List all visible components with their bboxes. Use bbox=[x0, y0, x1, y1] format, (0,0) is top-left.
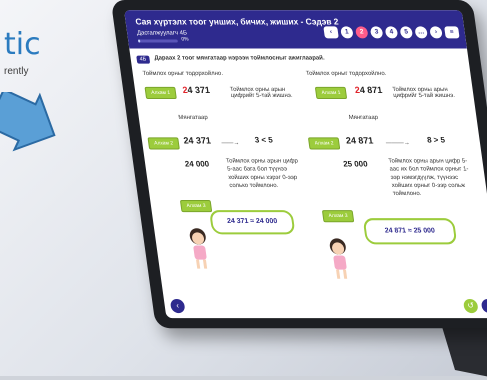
left-step2-note: Тоймлох орны арын цифр 5-аас бага бол тү… bbox=[225, 158, 299, 189]
progress-percent: 0% bbox=[181, 36, 190, 43]
girl-character-icon bbox=[329, 238, 348, 279]
tablet-device: Сая хүртэлх тоог унших, бичих, жиших - С… bbox=[100, 0, 487, 368]
brand-logo-text: tic bbox=[4, 27, 41, 62]
brand-tagline: rently bbox=[4, 66, 29, 77]
left-step1-badge: Алхам 1 bbox=[144, 86, 177, 100]
progress-bar bbox=[137, 39, 178, 43]
right-step3-badge: Алхам 3 bbox=[321, 210, 355, 223]
left-step3-badge: Алхам 3 bbox=[179, 200, 213, 213]
nav-item-2[interactable]: 2 bbox=[354, 26, 369, 39]
question-text: Дараах 2 тоог мянгатаар нэрээн тоймлосны… bbox=[154, 55, 326, 62]
right-result-bubble: 24 871 ≈ 25 000 bbox=[362, 218, 458, 245]
right-step2-note: Тоймлох орны арын цифр 5-аас их бол тойм… bbox=[388, 158, 469, 197]
right-number-1: 24 871 bbox=[354, 84, 383, 95]
right-arrow-label: Мянгатаар bbox=[348, 115, 379, 122]
next-icon[interactable]: › bbox=[429, 26, 443, 39]
right-step1-badge: Алхам 1 bbox=[314, 86, 348, 100]
right-number-2: 24 871 bbox=[345, 135, 374, 146]
left-arrow-icon: ——→ bbox=[221, 140, 240, 147]
right-arrow-icon: ———→ bbox=[385, 140, 411, 147]
right-step2-badge: Алхам 2 bbox=[307, 137, 341, 150]
lesson-subtitle: Дасгалжуулагч 4Б bbox=[136, 30, 188, 37]
more-icon[interactable]: … bbox=[414, 26, 428, 39]
question-number: 4Б bbox=[136, 55, 150, 64]
prev-page-button[interactable]: ‹ bbox=[169, 298, 186, 314]
right-rounded: 25 000 bbox=[342, 159, 369, 169]
right-step1-note: Тоймлох орны арын цифрийг 5-тай жишнэ. bbox=[392, 86, 456, 100]
left-rounded: 24 000 bbox=[184, 159, 210, 169]
back-button[interactable]: ‹ bbox=[323, 26, 339, 39]
replay-icon[interactable]: ↺ bbox=[462, 298, 479, 314]
right-intro: Тоймлох орныг тодорхойлно. bbox=[305, 70, 387, 77]
left-number-2: 24 371 bbox=[182, 135, 212, 146]
girl-character-icon bbox=[189, 228, 208, 269]
left-compare: 3 < 5 bbox=[254, 135, 274, 145]
nav-item-1[interactable]: 1 bbox=[340, 26, 354, 39]
left-arrow-label: Мянгатаар bbox=[178, 115, 209, 122]
lesson-header: Сая хүртэлх тоог унших, бичих, жиших - С… bbox=[124, 10, 467, 49]
tablet-frame: Сая хүртэлх тоог унших, бичих, жиших - С… bbox=[110, 0, 487, 329]
nav-item-3[interactable]: 3 bbox=[369, 26, 384, 39]
menu-icon[interactable]: ≡ bbox=[444, 26, 460, 39]
question-navigation: ‹ 1 2 3 4 5 … › ≡ bbox=[323, 26, 460, 39]
left-intro: Тоймлох орныг тодорхойлно. bbox=[142, 70, 224, 77]
decorative-arrow-icon bbox=[0, 92, 56, 152]
nav-item-5[interactable]: 5 bbox=[399, 26, 414, 39]
left-step2-badge: Алхам 2 bbox=[147, 137, 180, 150]
lesson-content: 4Б Дараах 2 тоог мянгатаар нэрээн тоймло… bbox=[129, 49, 487, 319]
next-page-button[interactable]: › bbox=[480, 298, 487, 314]
left-number-1: 24 371 bbox=[181, 84, 211, 95]
lesson-title: Сая хүртэлх тоог унших, бичих, жиших - С… bbox=[134, 16, 340, 27]
left-step1-note: Тоймлох орны арын цифрийг 5-тай жишнэ. bbox=[229, 86, 293, 100]
nav-item-4[interactable]: 4 bbox=[384, 26, 399, 39]
right-compare: 8 > 5 bbox=[426, 135, 446, 145]
left-result-bubble: 24 371 ≈ 24 000 bbox=[209, 210, 296, 235]
tablet-screen: Сая хүртэлх тоог унших, бичих, жиших - С… bbox=[124, 10, 487, 319]
